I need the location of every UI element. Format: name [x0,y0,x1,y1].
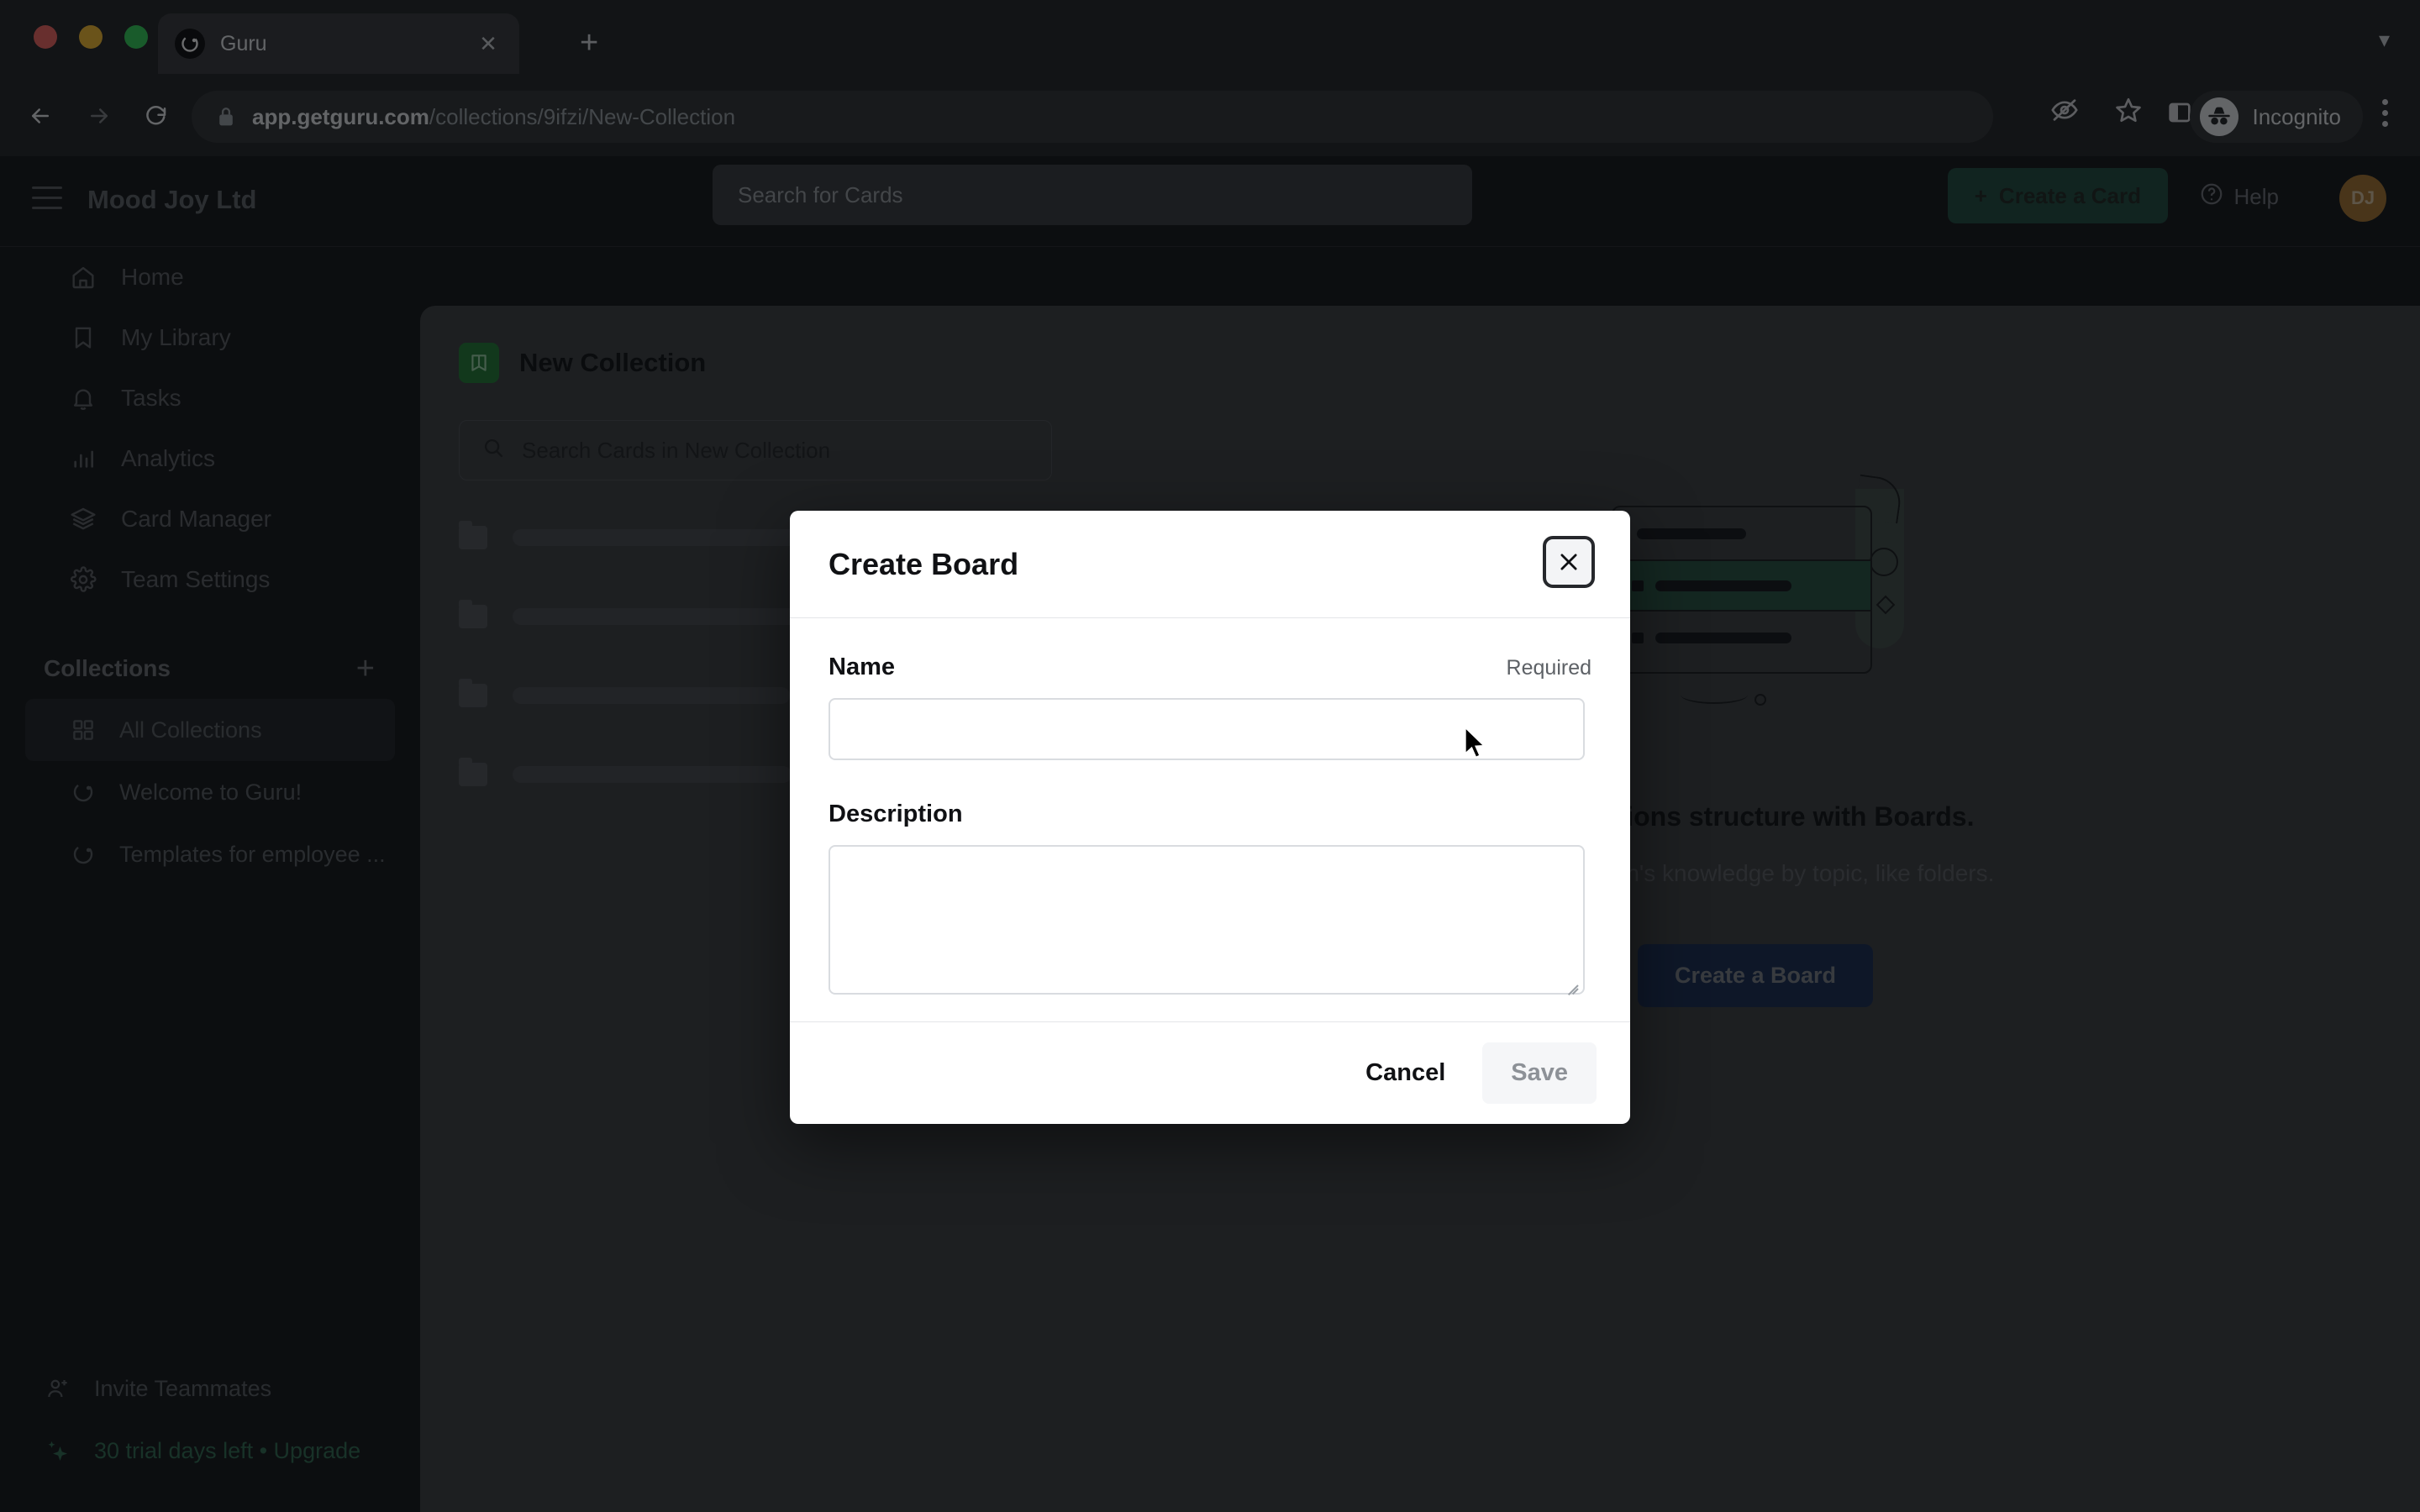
description-label: Description [829,801,963,827]
cancel-button[interactable]: Cancel [1342,1042,1469,1104]
mouse-cursor [1464,725,1489,761]
screen-root: Guru ✕ + ▾ app.getguru.com/collections/9… [0,0,2420,1512]
modal-title: Create Board [829,546,1019,581]
name-required-label: Required [1506,656,1591,680]
close-x-icon[interactable] [1543,536,1595,588]
create-board-modal: Create Board Name Required Description C… [790,511,1630,1124]
save-button: Save [1482,1042,1597,1104]
name-field-row: Name Required [829,654,1591,681]
resize-handle-icon[interactable] [1563,974,1579,996]
name-label: Name [829,654,895,680]
description-textarea[interactable] [829,845,1585,996]
modal-header: Create Board [790,511,1630,618]
modal-body: Name Required Description [790,618,1630,1021]
modal-footer: Cancel Save [790,1021,1630,1124]
